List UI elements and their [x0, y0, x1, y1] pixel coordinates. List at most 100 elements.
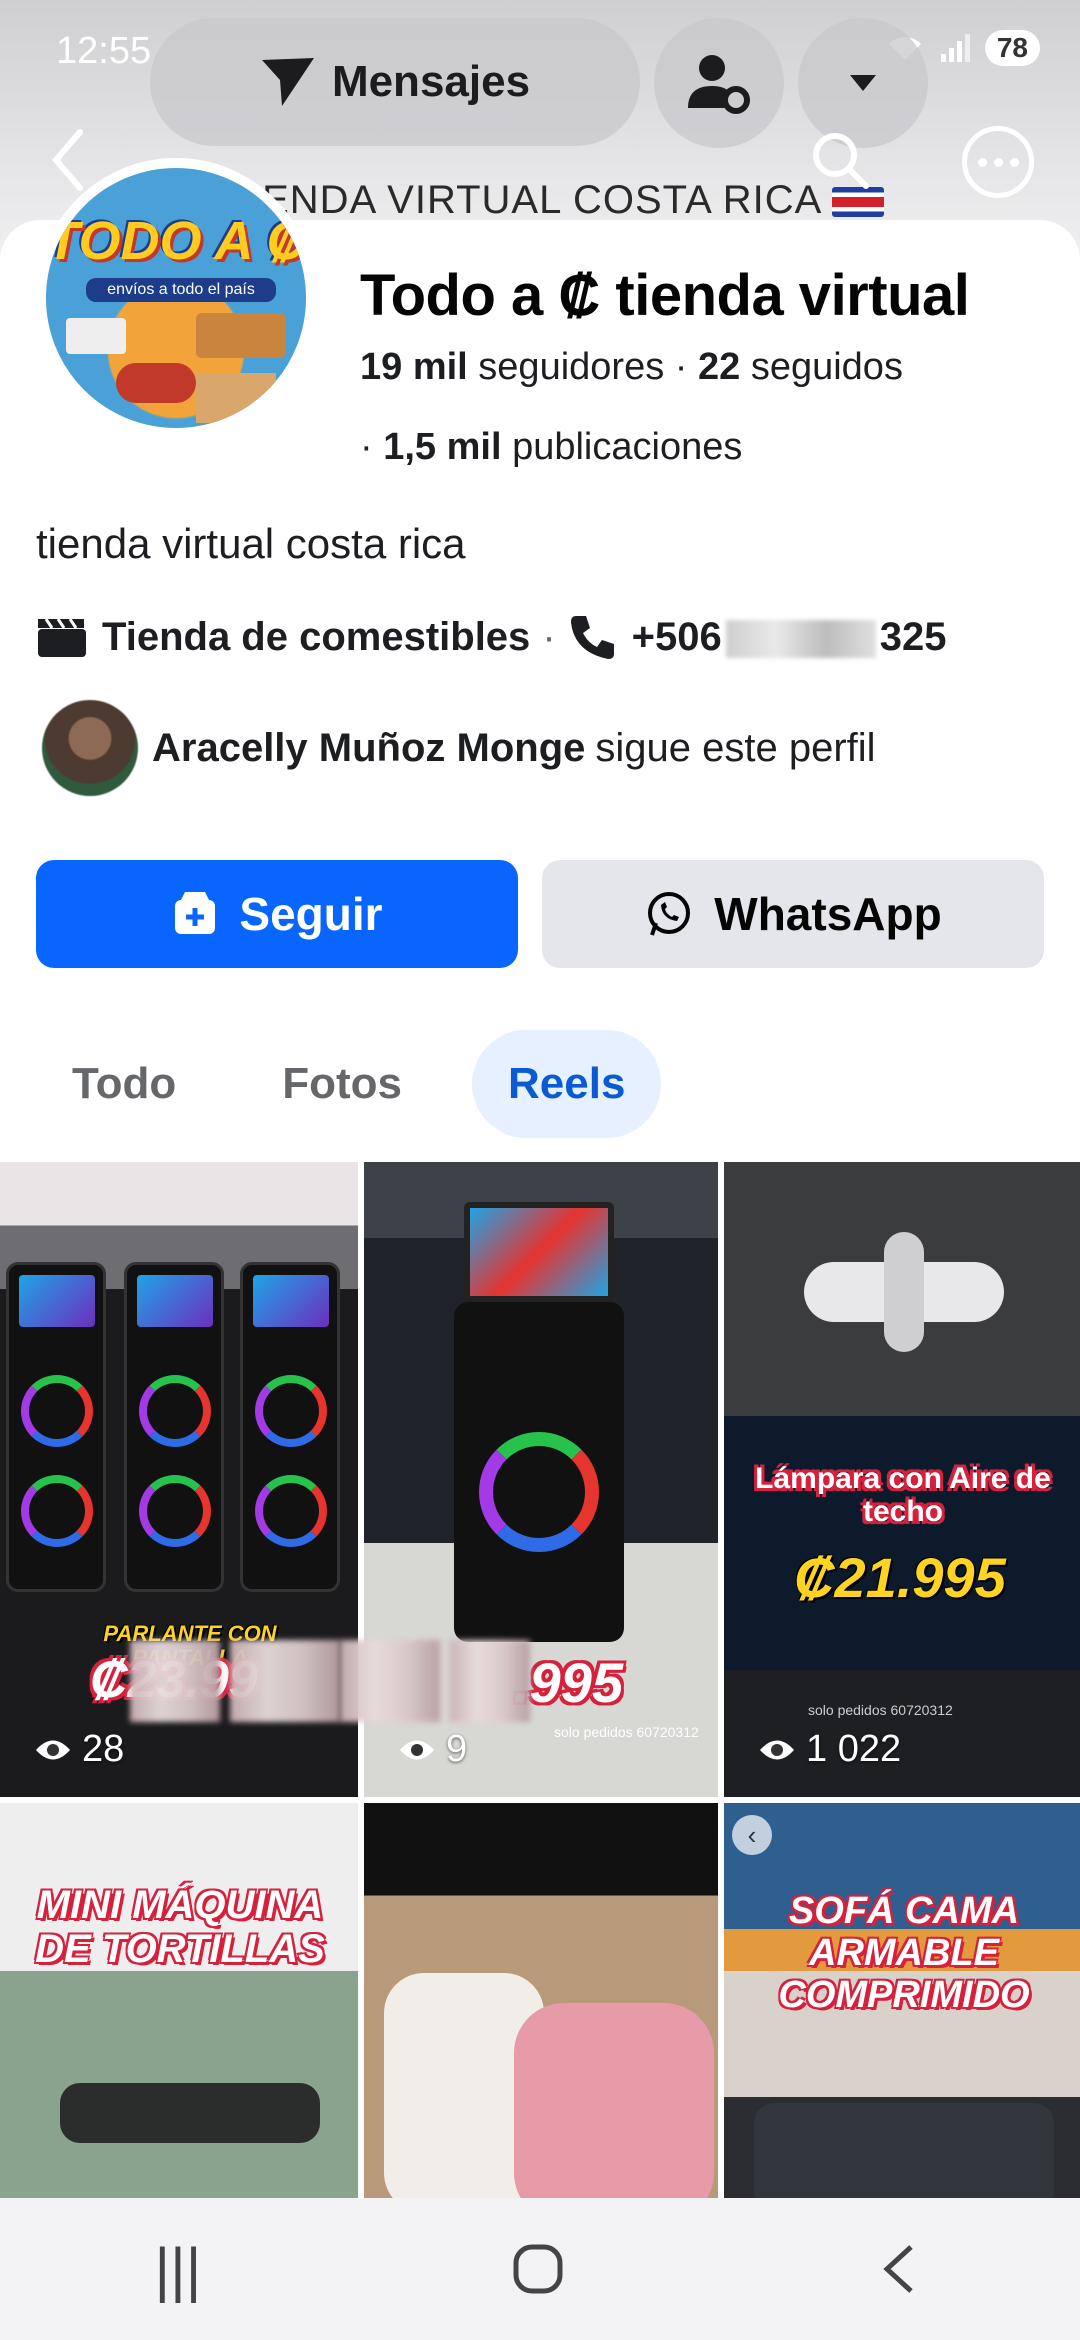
- more-options-button[interactable]: [962, 126, 1034, 198]
- messenger-send-icon: [261, 58, 314, 106]
- dot-icon: [977, 157, 987, 167]
- follow-page-icon: [175, 892, 216, 934]
- page-info-row: Tienda de comestibles · +506 325: [36, 612, 947, 662]
- bed-illustration: [196, 313, 286, 358]
- mutual-follower-name: Aracelly Muñoz Monge: [152, 725, 586, 770]
- reel-tile[interactable]: ‹ SOFÁ CAMA ARMABLE COMPRIMIDO: [724, 1803, 1080, 2223]
- fabric-image: [514, 2003, 714, 2223]
- tortilla-machine-panel: [60, 2083, 320, 2143]
- posts-count: 1,5 mil: [383, 426, 502, 468]
- phone-icon: [570, 616, 614, 659]
- speaker-image: [240, 1262, 340, 1592]
- home-icon[interactable]: [510, 2241, 566, 2297]
- following-count: 22: [697, 346, 741, 388]
- posts-label: publicaciones: [512, 426, 743, 468]
- phone-start: +506: [631, 614, 722, 659]
- speaker-screen: [253, 1275, 329, 1327]
- speaker-screen: [19, 1275, 95, 1327]
- motorcycle-illustration: [116, 363, 196, 403]
- follow-button[interactable]: Seguir: [36, 860, 518, 968]
- system-back-icon[interactable]: [875, 2239, 925, 2299]
- mutual-follower-text: sigue este perfil: [595, 725, 876, 770]
- truck-illustration: [66, 318, 126, 354]
- reel-tile[interactable]: [364, 1803, 718, 2223]
- search-icon[interactable]: [808, 128, 872, 192]
- reel-views: 9: [398, 1728, 467, 1771]
- dot-icon: [1009, 157, 1019, 167]
- separator-dot: ·: [542, 614, 556, 659]
- following-label: seguidos: [750, 346, 903, 388]
- followers-count: 19 mil: [360, 346, 468, 388]
- speaker-light-ring: [21, 1475, 93, 1547]
- speaker-light-ring: [255, 1475, 327, 1547]
- phone-end: 325: [879, 614, 947, 659]
- follow-label: Seguir: [239, 888, 383, 940]
- tab-reels[interactable]: Reels: [472, 1030, 662, 1138]
- speaker-light-ring: [139, 1375, 211, 1447]
- posts-stats: · 1,5 mil publicaciones: [360, 426, 742, 469]
- reel-views-count: 9: [446, 1728, 468, 1770]
- reel-views-count: 28: [82, 1728, 125, 1770]
- tab-fotos[interactable]: Fotos: [246, 1030, 438, 1138]
- mutual-follower-avatar: [42, 700, 138, 796]
- bio-text: tienda virtual costa rica: [36, 520, 466, 567]
- blurred-overlay: [230, 1640, 340, 1722]
- blurred-overlay: [130, 1640, 220, 1722]
- eye-icon: [760, 1740, 794, 1759]
- content-tabs: Todo Fotos Reels: [36, 1030, 662, 1138]
- reel-views-count: 1 022: [806, 1728, 902, 1770]
- person-gear-icon: [688, 55, 750, 114]
- speaker-image: [454, 1302, 624, 1642]
- reel-tile[interactable]: MINI MÁQUINA DE TORTILLAS: [0, 1803, 358, 2223]
- page-title: Todo a ₡ tienda virtual: [360, 263, 970, 328]
- cover-text: IENDA VIRTUAL COSTA RICA: [250, 178, 885, 223]
- profile-avatar[interactable]: TODO A ₡ envíos a todo el país: [36, 158, 316, 438]
- reel-note: solo pedidos 60720312: [808, 1702, 953, 1718]
- avatar-logo-text: TODO A ₡: [46, 211, 306, 271]
- reel-note: solo pedidos 60720312: [554, 1724, 699, 1740]
- ceiling-fan-arm: [884, 1232, 924, 1352]
- phone-redacted: [725, 619, 876, 658]
- whatsapp-icon: [648, 892, 691, 936]
- whatsapp-label: WhatsApp: [714, 888, 942, 940]
- dot-icon: [993, 157, 1003, 167]
- reel-caption: SOFÁ CAMA ARMABLE COMPRIMIDO: [778, 1890, 1030, 2016]
- signal-icon: [940, 34, 970, 62]
- follower-stats[interactable]: 19 mil seguidores · 22 seguidos: [360, 346, 903, 389]
- speaker-light-ring: [139, 1475, 211, 1547]
- speaker-screen: [464, 1202, 614, 1302]
- separator-dot: ·: [674, 346, 698, 388]
- status-time: 12:55: [56, 30, 152, 72]
- blurred-overlay: [450, 1640, 530, 1722]
- speaker-light-ring: [255, 1375, 327, 1447]
- speaker-image: [6, 1262, 106, 1592]
- clapperboard-icon: [38, 618, 86, 657]
- phone-number[interactable]: +506 325: [632, 615, 947, 660]
- reel-views: 1 022: [758, 1728, 901, 1771]
- tab-todo[interactable]: Todo: [36, 1030, 212, 1138]
- sofa-image: [754, 2103, 1054, 2213]
- recent-apps-icon[interactable]: |||: [155, 2235, 202, 2304]
- speaker-light-ring: [479, 1432, 599, 1552]
- blurred-overlay: [340, 1640, 440, 1722]
- reel-caption: Lámpara con Aire de techo: [755, 1462, 1051, 1528]
- messages-button[interactable]: Mensajes: [150, 18, 640, 146]
- profile-settings-button[interactable]: [654, 18, 784, 148]
- chevron-left-icon: ‹: [732, 1815, 772, 1855]
- battery-indicator: 78: [984, 30, 1040, 66]
- posts-prefix: ·: [360, 426, 384, 468]
- followers-label: seguidores: [478, 346, 665, 388]
- whatsapp-button[interactable]: WhatsApp: [542, 860, 1044, 968]
- eye-icon: [36, 1740, 70, 1759]
- avatar-logo-subtitle: envíos a todo el país: [86, 278, 276, 302]
- speaker-screen: [137, 1275, 213, 1327]
- reel-price: ₡21.995: [794, 1546, 1006, 1609]
- reel-caption: MINI MÁQUINA DE TORTILLAS: [35, 1883, 325, 1971]
- reel-tile[interactable]: Lámpara con Aire de techo ₡21.995 solo p…: [724, 1162, 1080, 1797]
- eye-icon: [400, 1740, 434, 1759]
- system-nav-bar: |||: [0, 2198, 1080, 2340]
- speaker-image: [124, 1262, 224, 1592]
- mutual-follower-row[interactable]: Aracelly Muñoz Monge sigue este perfil: [42, 700, 876, 796]
- category-label[interactable]: Tienda de comestibles: [102, 615, 530, 660]
- reel-views: 28: [34, 1728, 124, 1771]
